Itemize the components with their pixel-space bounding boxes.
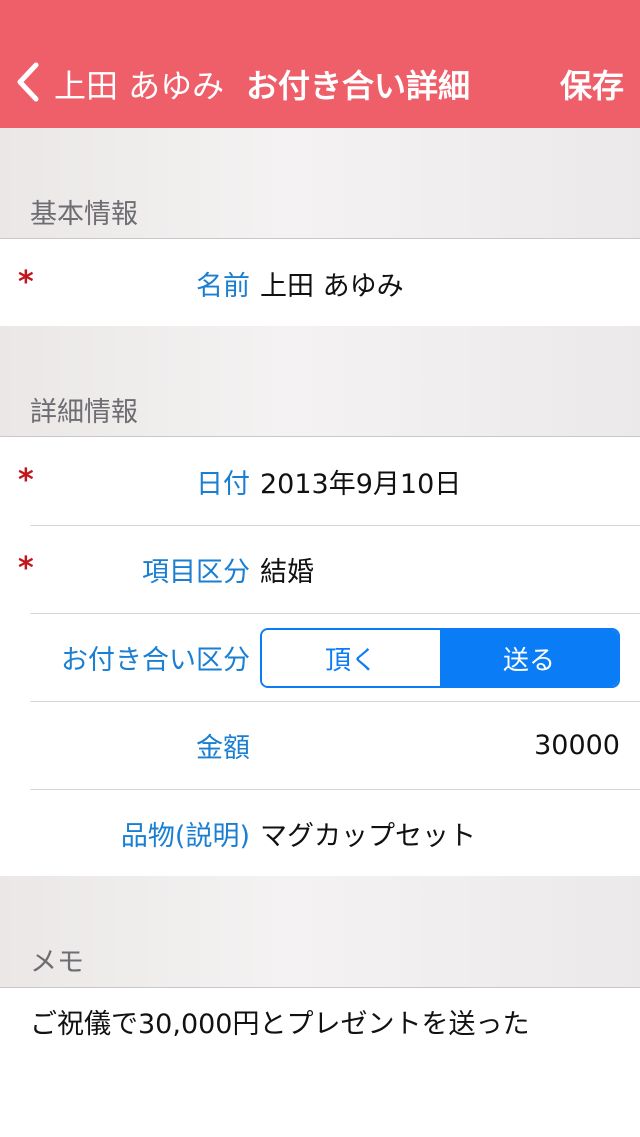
relation-label: お付き合い区分	[61, 644, 250, 676]
section-header-basic: 基本情報	[30, 199, 138, 230]
amount-value[interactable]: 30000	[534, 701, 620, 789]
item-label: 品物(説明)	[120, 820, 250, 852]
date-label: 日付	[196, 468, 250, 500]
required-mark: *	[18, 551, 34, 586]
required-mark: *	[18, 463, 34, 498]
category-value[interactable]: 結婚	[260, 525, 314, 613]
section-background	[0, 876, 640, 987]
back-button-label: 上田 あゆみ	[54, 67, 225, 105]
name-label: 名前	[196, 270, 250, 302]
name-value[interactable]: 上田 あゆみ	[260, 239, 404, 327]
memo-field[interactable]: ご祝儀で30,000円とプレゼントを送った	[0, 987, 640, 1137]
amount-row[interactable]: 金額 30000	[0, 701, 640, 789]
segment-receive[interactable]: 頂く	[262, 630, 440, 686]
item-value[interactable]: マグカップセット	[260, 789, 476, 877]
item-row[interactable]: 品物(説明) マグカップセット	[0, 789, 640, 877]
section-header-memo: メモ	[30, 947, 84, 978]
relation-segmented-control[interactable]: 頂く 送る	[260, 628, 620, 688]
chevron-left-icon	[14, 61, 40, 107]
name-row[interactable]: * 名前 上田 あゆみ	[0, 239, 640, 327]
segment-send[interactable]: 送る	[440, 630, 618, 686]
navigation-bar: 上田 あゆみ お付き合い詳細 保存	[0, 0, 640, 128]
save-button[interactable]: 保存	[560, 58, 624, 110]
date-row[interactable]: * 日付 2013年9月10日	[0, 437, 640, 525]
back-button[interactable]: 上田 あゆみ	[14, 58, 224, 110]
amount-label: 金額	[196, 732, 250, 764]
page-title: お付き合い詳細	[246, 67, 471, 105]
basic-info-group: * 名前 上田 あゆみ	[0, 238, 640, 328]
relation-row: お付き合い区分 頂く 送る	[0, 613, 640, 701]
required-mark: *	[18, 265, 34, 300]
date-value[interactable]: 2013年9月10日	[260, 437, 461, 525]
section-header-detail: 詳細情報	[30, 397, 138, 428]
memo-text[interactable]: ご祝儀で30,000円とプレゼントを送った	[30, 1002, 529, 1041]
category-row[interactable]: * 項目区分 結婚	[0, 525, 640, 613]
detail-info-group: * 日付 2013年9月10日 * 項目区分 結婚 お付き合い区分 頂く 送る …	[0, 436, 640, 878]
category-label: 項目区分	[142, 556, 250, 588]
